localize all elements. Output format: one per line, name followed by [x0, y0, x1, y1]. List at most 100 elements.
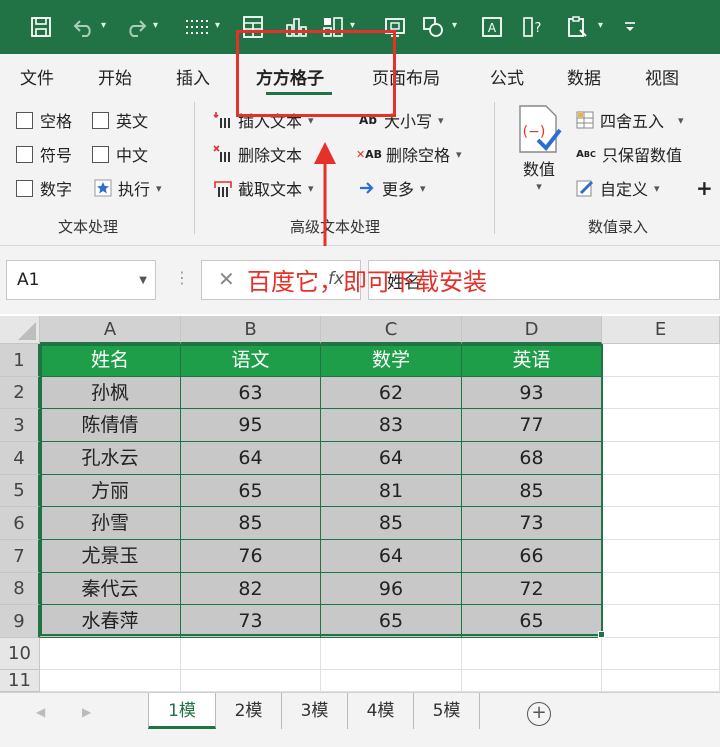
scroll-left-icon[interactable]: ◀: [36, 705, 45, 719]
table-cell[interactable]: 95: [181, 409, 321, 442]
redo-dropdown-icon[interactable]: ▾: [153, 20, 158, 31]
more-button[interactable]: 更多 ▾: [356, 176, 426, 200]
row-header-10[interactable]: 10: [0, 638, 40, 670]
table-cell[interactable]: 76: [181, 540, 321, 573]
column-header-b[interactable]: B: [181, 316, 321, 344]
table-cell[interactable]: 85: [462, 475, 602, 507]
checkbox-symbol[interactable]: 符号: [16, 142, 72, 166]
empty-cell[interactable]: [321, 638, 462, 670]
checkbox-number[interactable]: 数字: [16, 176, 72, 200]
row-header-1[interactable]: 1: [0, 344, 40, 377]
extract-text-button[interactable]: 截取文本 ▾: [212, 176, 314, 200]
table-cell[interactable]: 水春萍: [40, 605, 181, 638]
redo-icon[interactable]: [122, 12, 150, 42]
table-cell[interactable]: 73: [181, 605, 321, 638]
checkbox-space[interactable]: 空格: [16, 108, 72, 132]
tab-insert[interactable]: 插入: [176, 64, 210, 89]
plus-icon[interactable]: +: [696, 176, 713, 200]
checkbox-box[interactable]: [92, 111, 109, 129]
sheet-tab-3[interactable]: 3模: [282, 693, 348, 729]
table-cell[interactable]: 85: [321, 507, 462, 540]
borders-dropdown-icon[interactable]: ▾: [215, 20, 220, 31]
table-cell[interactable]: 64: [181, 442, 321, 475]
empty-cell[interactable]: [602, 409, 720, 442]
column-header-e[interactable]: E: [602, 316, 720, 344]
checkbox-box[interactable]: [16, 111, 33, 129]
cancel-icon[interactable]: ✕: [218, 267, 235, 291]
table-cell[interactable]: 孔水云: [40, 442, 181, 475]
undo-dropdown-icon[interactable]: ▾: [101, 20, 106, 31]
scroll-right-icon[interactable]: ▶: [82, 705, 91, 719]
row-header-11[interactable]: 11: [0, 670, 40, 692]
empty-cell[interactable]: [40, 670, 181, 692]
table-cell[interactable]: 93: [462, 377, 602, 409]
table-cell[interactable]: 96: [321, 573, 462, 605]
table-cell[interactable]: 62: [321, 377, 462, 409]
sheet-tab-5[interactable]: 5模: [414, 693, 480, 729]
tab-file[interactable]: 文件: [20, 64, 54, 89]
borders-icon[interactable]: [180, 12, 214, 42]
select-all-corner[interactable]: [0, 316, 40, 344]
empty-cell[interactable]: [602, 638, 720, 670]
table-cell[interactable]: 73: [462, 507, 602, 540]
table-cell[interactable]: 65: [181, 475, 321, 507]
table-cell[interactable]: 65: [462, 605, 602, 638]
name-box[interactable]: A1 ▼: [6, 260, 156, 300]
empty-cell[interactable]: [602, 377, 720, 409]
table-cell[interactable]: 83: [321, 409, 462, 442]
table-cell[interactable]: 孙枫: [40, 377, 181, 409]
tab-home[interactable]: 开始: [98, 64, 132, 89]
keep-values-button[interactable]: A BC 只保留数值: [574, 142, 682, 166]
sheet-tab-1[interactable]: 1模: [148, 693, 216, 729]
fill-handle[interactable]: [598, 631, 605, 638]
table-cell[interactable]: 82: [181, 573, 321, 605]
empty-cell[interactable]: [462, 670, 602, 692]
table-cell[interactable]: 64: [321, 442, 462, 475]
shapes-icon[interactable]: [418, 12, 448, 42]
table-cell[interactable]: 63: [181, 377, 321, 409]
sheet-tab-4[interactable]: 4模: [348, 693, 414, 729]
row-header-8[interactable]: 8: [0, 573, 40, 605]
checkbox-box[interactable]: [16, 145, 33, 163]
row-header-4[interactable]: 4: [0, 442, 40, 475]
execute-button[interactable]: 执行 ▾: [92, 176, 162, 200]
value-button[interactable]: (−) 数值 ▾: [514, 104, 564, 193]
help-icon[interactable]: ?: [518, 12, 548, 42]
column-header-c[interactable]: C: [321, 316, 462, 344]
checkbox-box[interactable]: [92, 145, 109, 163]
table-cell[interactable]: 81: [321, 475, 462, 507]
table-cell[interactable]: 方丽: [40, 475, 181, 507]
add-sheet-icon[interactable]: +: [527, 702, 551, 726]
textbox-icon[interactable]: A: [477, 12, 507, 42]
empty-cell[interactable]: [602, 442, 720, 475]
column-header-a[interactable]: A: [40, 316, 181, 344]
spreadsheet-grid[interactable]: ABCDE 1 2 3 4 5 6 7 8 9 10 11 姓名 语文 数学 英语 孙枫 63 62 93 陈倩倩 9…: [0, 314, 720, 692]
empty-cell[interactable]: [321, 670, 462, 692]
row-header-3[interactable]: 3: [0, 409, 40, 442]
row-header-7[interactable]: 7: [0, 540, 40, 573]
sheet-tab-2[interactable]: 2模: [216, 693, 282, 729]
tab-formulas[interactable]: 公式: [490, 64, 524, 89]
table-cell[interactable]: 秦代云: [40, 573, 181, 605]
empty-cell[interactable]: [602, 573, 720, 605]
table-cell[interactable]: 尤景玉: [40, 540, 181, 573]
table-cell[interactable]: 85: [181, 507, 321, 540]
empty-cell[interactable]: [602, 507, 720, 540]
empty-cell[interactable]: [602, 344, 720, 377]
delete-text-button[interactable]: 删除文本: [212, 142, 302, 166]
row-header-5[interactable]: 5: [0, 475, 40, 507]
table-header-cell[interactable]: 英语: [462, 344, 602, 377]
delete-spaces-button[interactable]: ✕ AB 删除空格 ▾: [356, 142, 462, 166]
custom-button[interactable]: 自定义 ▾: [574, 176, 660, 200]
row-header-9[interactable]: 9: [0, 605, 40, 638]
table-cell[interactable]: 66: [462, 540, 602, 573]
round-button[interactable]: 四舍五入 ▾: [574, 108, 684, 132]
tab-data[interactable]: 数据: [567, 64, 601, 89]
chevron-down-icon[interactable]: ▼: [139, 275, 147, 286]
clipboard-icon[interactable]: [562, 12, 592, 42]
table-cell[interactable]: 72: [462, 573, 602, 605]
table-header-cell[interactable]: 语文: [181, 344, 321, 377]
empty-cell[interactable]: [602, 670, 720, 692]
tab-view[interactable]: 视图: [645, 64, 679, 89]
checkbox-english[interactable]: 英文: [92, 108, 148, 132]
